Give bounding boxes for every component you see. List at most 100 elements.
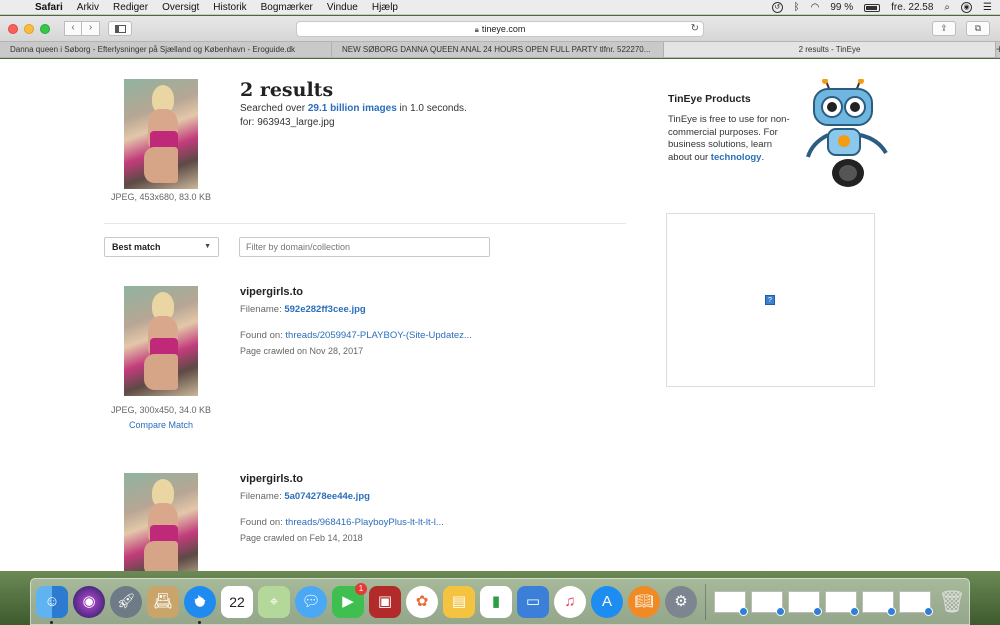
launchpad-icon[interactable]: 🚀︎: [110, 585, 142, 618]
sort-label: Best match: [112, 242, 161, 252]
battery-icon[interactable]: [864, 3, 881, 12]
menu-rediger[interactable]: Rediger: [106, 2, 155, 13]
wifi-icon[interactable]: ◠: [811, 2, 820, 13]
url-text: tineye.com: [481, 24, 526, 34]
compare-match-link[interactable]: Compare Match: [101, 420, 221, 430]
products-description: TinEye is free to use for non-commercial…: [668, 114, 790, 163]
reload-icon[interactable]: ↻: [691, 22, 699, 36]
minimized-window[interactable]: [788, 590, 822, 616]
result-filename-link[interactable]: 5a074278ee44e.jpg: [284, 491, 370, 502]
products-title: TinEye Products: [668, 93, 751, 105]
photobooth-icon[interactable]: ▣: [369, 585, 401, 618]
music-icon[interactable]: ♫: [554, 585, 586, 618]
time-machine-icon[interactable]: ↺: [771, 2, 783, 13]
result-image-meta: JPEG, 300x450, 34.0 KB: [110, 405, 212, 415]
sidebar-toggle-button[interactable]: [108, 21, 132, 36]
result-filename: Filename: 592e282ff3cee.jpg: [240, 304, 366, 315]
address-bar[interactable]: 🔒︎ tineye.com ↻: [296, 21, 704, 37]
menu-hjaelp[interactable]: Hjælp: [365, 2, 405, 13]
safari-mini-icon: [813, 606, 822, 616]
books-icon[interactable]: 📖︎: [628, 585, 660, 618]
minimize-window-button[interactable]: [24, 23, 34, 34]
tab-eroguide[interactable]: Danna queen i Søborg - Efterlysninger på…: [0, 42, 332, 57]
spotlight-icon[interactable]: ⌕: [944, 2, 950, 13]
chevron-down-icon: ▼: [204, 243, 211, 250]
system-preferences-icon[interactable]: ⚙: [665, 585, 697, 618]
safari-mini-icon: [739, 606, 748, 616]
maps-icon[interactable]: ⌖: [258, 585, 290, 618]
clock[interactable]: fre. 22.58: [891, 2, 933, 13]
image-count-link[interactable]: 29.1 billion images: [308, 103, 397, 114]
dock: ☺ ◉ 🚀︎ 📇︎ ✈︎ 22 ⌖ 💬︎ ▶ 1 ▣ ✿ ▤ ▮ ▭ ♫ A 📖︎…: [30, 578, 970, 625]
results-count-title: 2 results: [240, 79, 334, 101]
forward-button[interactable]: ›: [82, 21, 100, 36]
query-image-meta: JPEG, 453x680, 83.0 KB: [110, 192, 212, 202]
keynote-icon[interactable]: ▤: [443, 585, 475, 618]
notification-center-icon[interactable]: ☰: [983, 2, 992, 13]
result-image[interactable]: [124, 286, 198, 396]
bluetooth-icon[interactable]: ᛒ: [794, 2, 800, 13]
minimized-window[interactable]: [751, 590, 785, 616]
close-window-button[interactable]: [8, 23, 18, 34]
safari-mini-icon: [850, 606, 859, 616]
appstore-icon[interactable]: A: [591, 585, 623, 618]
technology-link[interactable]: technology: [711, 152, 762, 163]
tineye-robot-mascot-icon: [806, 79, 888, 187]
searched-summary: Searched over 29.1 billion images in 1.0…: [240, 103, 467, 114]
result-filename: Filename: 5a074278ee44e.jpg: [240, 491, 370, 502]
tab-tineye[interactable]: 2 results - TinEye: [664, 42, 996, 57]
tab-overview-button[interactable]: ⧉: [966, 21, 990, 36]
sort-dropdown[interactable]: Best match ▼: [104, 237, 219, 257]
result-found-on-link[interactable]: threads/968416-PlayboyPlus-lt-lt-lt-l...: [285, 517, 443, 528]
filter-input[interactable]: [239, 237, 490, 257]
result-filename-link[interactable]: 592e282ff3cee.jpg: [284, 304, 365, 315]
fullscreen-window-button[interactable]: [40, 23, 50, 34]
facetime-icon[interactable]: ▶ 1: [332, 582, 367, 618]
finder-icon[interactable]: ☺: [36, 585, 68, 624]
tab-bar: Danna queen i Søborg - Efterlysninger på…: [0, 41, 1000, 58]
result-found-on: Found on: threads/968416-PlayboyPlus-lt-…: [240, 517, 444, 528]
numbers-icon[interactable]: ▮: [480, 585, 512, 618]
browser-toolbar: ‹ › 🔒︎ tineye.com ↻ ⇪ ⧉: [0, 16, 1000, 41]
sidebar-icon: [114, 24, 126, 33]
result-crawled-date: Page crawled on Feb 14, 2018: [240, 533, 363, 543]
result-crawled-date: Page crawled on Nov 28, 2017: [240, 346, 364, 356]
menu-oversigt[interactable]: Oversigt: [155, 2, 206, 13]
menu-app-name[interactable]: Safari: [28, 2, 70, 13]
contacts-icon[interactable]: 📇︎: [147, 585, 179, 618]
window-controls: [8, 23, 50, 34]
minimized-window[interactable]: [862, 590, 896, 616]
result-image[interactable]: [124, 473, 198, 571]
menu-bar: Safari Arkiv Rediger Oversigt Historik B…: [0, 0, 1000, 15]
query-filename: for: 963943_large.jpg: [240, 117, 335, 128]
result-domain: vipergirls.to: [240, 286, 303, 298]
minimized-window[interactable]: [899, 590, 933, 616]
result-found-on-link[interactable]: threads/2059947-PLAYBOY-(Site-Updatez...: [285, 330, 471, 341]
trash-icon[interactable]: 🗑︎: [936, 586, 968, 618]
safari-mini-icon: [924, 606, 933, 616]
lock-icon: 🔒︎: [474, 25, 479, 34]
siri-icon[interactable]: ◉: [73, 585, 105, 618]
minimized-window[interactable]: [714, 590, 748, 616]
menu-arkiv[interactable]: Arkiv: [70, 2, 106, 13]
back-button[interactable]: ‹: [64, 21, 82, 36]
minimized-window[interactable]: [825, 590, 859, 616]
messages-icon[interactable]: 💬︎: [295, 585, 327, 618]
broken-image-icon: ?: [765, 295, 775, 305]
safari-icon[interactable]: ✈︎: [184, 585, 216, 624]
calendar-icon[interactable]: 22: [221, 585, 253, 618]
battery-percent[interactable]: 99 %: [830, 2, 853, 13]
new-tab-button[interactable]: +: [996, 42, 1000, 57]
facetime-badge: 1: [355, 582, 367, 595]
tab-soborg[interactable]: NEW SØBORG DANNA QUEEN ANAL 24 HOURS OPE…: [332, 42, 664, 57]
share-button[interactable]: ⇪: [932, 21, 956, 36]
dock-separator: [705, 583, 706, 620]
photos-icon[interactable]: ✿: [406, 585, 438, 618]
menu-bogmaerker[interactable]: Bogmærker: [254, 2, 320, 13]
siri-menubar-icon[interactable]: ◉: [961, 2, 973, 13]
result-domain: vipergirls.to: [240, 473, 303, 485]
ad-placeholder: ?: [666, 213, 875, 387]
menu-historik[interactable]: Historik: [206, 2, 253, 13]
menu-vindue[interactable]: Vindue: [320, 2, 365, 13]
presentation-icon[interactable]: ▭: [517, 585, 549, 618]
